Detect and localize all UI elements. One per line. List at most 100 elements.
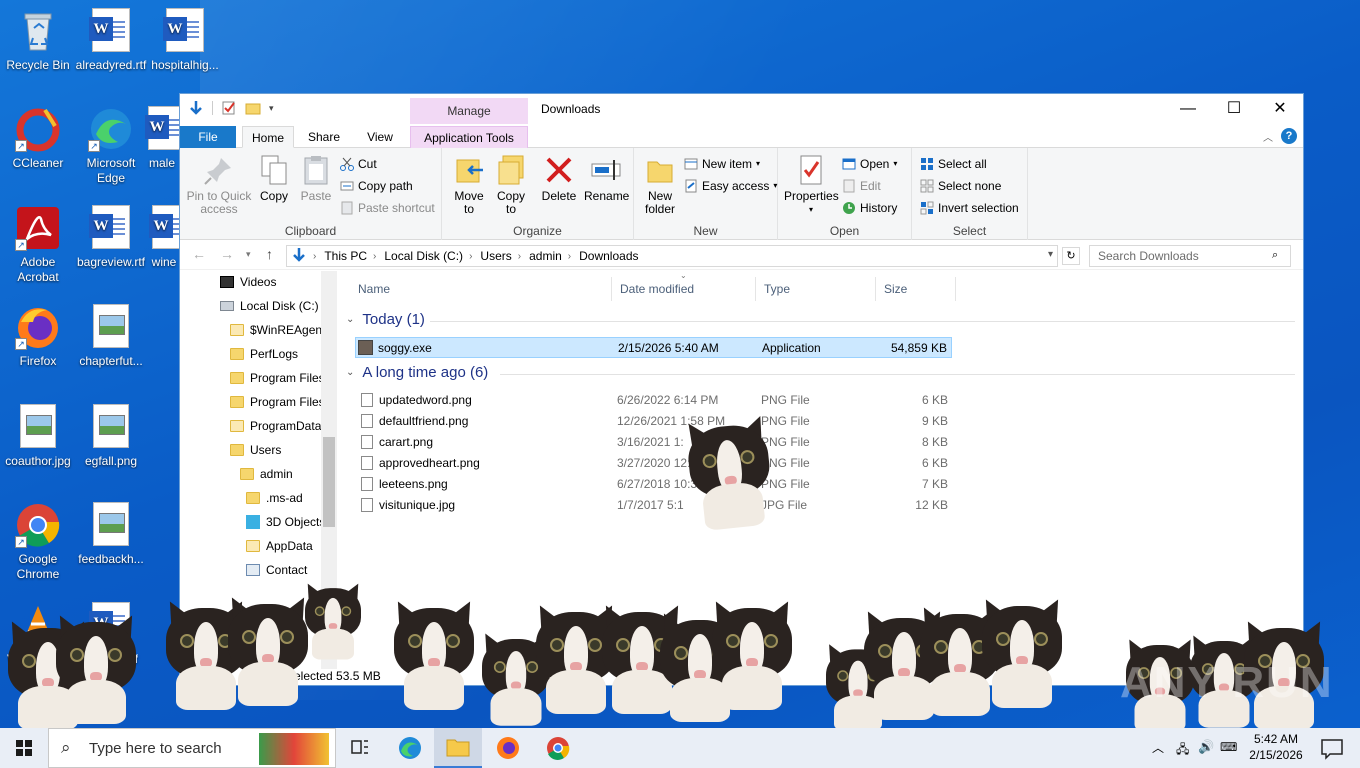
tab-home[interactable]: Home: [242, 126, 294, 148]
refresh-icon[interactable]: ↻: [1062, 247, 1080, 265]
back-arrow-icon[interactable]: ←: [192, 246, 206, 262]
scrollbar-thumb[interactable]: [323, 437, 335, 527]
desktop-icon-alreadyred[interactable]: W alreadyred.rtf: [74, 8, 148, 73]
desktop-icon-firefox[interactable]: ↗ Firefox: [1, 304, 75, 369]
close-button[interactable]: ✕: [1257, 94, 1303, 124]
recent-locations-icon[interactable]: ▾: [246, 249, 251, 260]
rename-button[interactable]: Rename: [584, 154, 629, 203]
column-header-date-modified[interactable]: Date modified: [612, 277, 756, 301]
paste-shortcut-button[interactable]: Paste shortcut: [340, 198, 435, 218]
desktop-icon-ccleaner[interactable]: ↗ CCleaner: [1, 106, 75, 171]
search-input[interactable]: Search Downloads: [1089, 245, 1291, 267]
select-none-button[interactable]: Select none: [920, 176, 1001, 196]
desktop-icon-male[interactable]: W male: [144, 106, 180, 171]
tab-share[interactable]: Share: [298, 126, 350, 148]
help-icon[interactable]: ?: [1281, 128, 1297, 144]
maximize-button[interactable]: ☐: [1211, 94, 1257, 124]
desktop-icon-wine[interactable]: W wine: [148, 205, 180, 270]
minimize-button[interactable]: —: [1165, 94, 1211, 124]
manage-contextual-tab[interactable]: Manage: [410, 98, 528, 124]
collapse-ribbon-icon[interactable]: ︿: [1263, 129, 1273, 144]
notifications-button[interactable]: [1312, 728, 1352, 768]
taskbar-search-input[interactable]: ⌕ Type here to search: [48, 728, 336, 768]
copy-button[interactable]: Copy: [256, 154, 292, 203]
input-keyboard-icon[interactable]: ⌨: [1220, 740, 1237, 754]
desktop-icon-edge[interactable]: ↗ Microsoft Edge: [74, 106, 148, 186]
nav-item-local-disk[interactable]: Local Disk (C:): [220, 295, 319, 317]
breadcrumb-admin[interactable]: admin: [529, 249, 562, 263]
tab-application-tools[interactable]: Application Tools: [410, 126, 528, 148]
easy-access-button[interactable]: Easy access ▾: [684, 176, 777, 196]
task-view-button[interactable]: [336, 728, 384, 768]
nav-item-winreagent[interactable]: $WinREAgent: [230, 319, 325, 341]
properties-check-icon[interactable]: [221, 100, 237, 116]
copy-to-button[interactable]: Copy to: [492, 154, 530, 216]
column-header-size[interactable]: Size: [876, 277, 956, 301]
volume-icon[interactable]: 🔊: [1198, 739, 1214, 755]
clock[interactable]: 5:42 AM 2/15/2026: [1246, 728, 1306, 768]
network-icon[interactable]: 🖧: [1176, 740, 1189, 761]
desktop-icon-chapterfut[interactable]: chapterfut...: [74, 304, 148, 369]
file-row[interactable]: visitunique.jpg 1/7/2017 5:1 JPG File 12…: [355, 495, 952, 516]
breadcrumb-downloads[interactable]: Downloads: [579, 249, 638, 263]
nav-item-program-files-x86[interactable]: Program Files: [230, 391, 325, 413]
history-button[interactable]: History: [842, 198, 897, 218]
breadcrumb-users[interactable]: Users: [480, 249, 511, 263]
group-header-today[interactable]: ⌄ Today (1): [346, 311, 425, 328]
desktop-icon-hospitalhig[interactable]: W hospitalhig...: [148, 8, 222, 73]
breadcrumb-this-pc[interactable]: This PC: [324, 249, 367, 263]
tab-view[interactable]: View: [354, 126, 406, 148]
nav-item-contacts[interactable]: Contact: [246, 559, 307, 581]
tab-file[interactable]: File: [180, 126, 236, 148]
start-button[interactable]: [0, 728, 48, 768]
nav-item-perflogs[interactable]: PerfLogs: [230, 343, 298, 365]
file-row[interactable]: defaultfriend.png 12/26/2021 1:58 PM PNG…: [355, 411, 952, 432]
down-arrow-icon[interactable]: [188, 100, 204, 116]
open-button[interactable]: Open ▾: [842, 154, 897, 174]
select-all-button[interactable]: Select all: [920, 154, 987, 174]
nav-item-appdata[interactable]: AppData: [246, 535, 313, 557]
column-header-name[interactable]: Name: [350, 277, 612, 301]
nav-item-videos[interactable]: Videos: [220, 271, 276, 293]
breadcrumb-local-disk[interactable]: Local Disk (C:): [384, 249, 463, 263]
desktop-icon-chrome[interactable]: ↗ Google Chrome: [1, 502, 75, 582]
taskbar-edge[interactable]: [386, 728, 434, 768]
address-bar[interactable]: › This PC › Local Disk (C:) › Users › admin…: [286, 245, 1058, 267]
nav-item-3d-objects[interactable]: 3D Objects: [246, 511, 325, 533]
file-row[interactable]: carart.png 3/16/2021 1: PNG File 8 KB: [355, 432, 952, 453]
desktop-icon-egfall[interactable]: egfall.png: [74, 404, 148, 469]
group-header-long-ago[interactable]: ⌄ A long time ago (6): [346, 364, 488, 381]
taskbar-file-explorer[interactable]: [434, 728, 482, 768]
cut-button[interactable]: Cut: [340, 154, 377, 174]
desktop-icon-recycle-bin[interactable]: Recycle Bin: [1, 8, 75, 73]
move-to-button[interactable]: Move to: [450, 154, 488, 216]
file-row-soggy-exe[interactable]: soggy.exe 2/15/2026 5:40 AM Application …: [355, 337, 952, 358]
file-row[interactable]: approvedheart.png 3/27/2020 12:1 PNG Fil…: [355, 453, 952, 474]
nav-item-programdata[interactable]: ProgramData: [230, 415, 321, 437]
copy-path-button[interactable]: Copy path: [340, 176, 413, 196]
column-header-type[interactable]: Type: [756, 277, 876, 301]
desktop-icon-bagreview[interactable]: W bagreview.rtf: [74, 205, 148, 270]
new-folder-icon[interactable]: [245, 100, 261, 116]
forward-arrow-icon[interactable]: →: [220, 246, 234, 262]
desktop-icon-coauthor[interactable]: coauthor.jpg: [1, 404, 75, 469]
paste-button[interactable]: Paste: [298, 154, 334, 203]
customize-qat-icon[interactable]: ▾: [269, 100, 279, 116]
delete-button[interactable]: Delete: [540, 154, 578, 203]
nav-item-program-files[interactable]: Program Files: [230, 367, 325, 389]
nav-item-ms-ad[interactable]: .ms-ad: [246, 487, 303, 509]
taskbar-firefox[interactable]: [484, 728, 532, 768]
edit-button[interactable]: Edit: [842, 176, 881, 196]
nav-item-users[interactable]: Users: [230, 439, 281, 461]
properties-button[interactable]: Properties ▾: [784, 154, 839, 216]
taskbar-chrome[interactable]: [534, 728, 582, 768]
address-dropdown-icon[interactable]: ▾: [1048, 249, 1053, 260]
show-hidden-icons-chevron-icon[interactable]: ︿: [1152, 739, 1164, 756]
nav-item-admin[interactable]: admin: [240, 463, 293, 485]
invert-selection-button[interactable]: Invert selection: [920, 198, 1019, 218]
pin-to-quick-access-button[interactable]: Pin to Quick access: [186, 154, 252, 216]
file-row[interactable]: updatedword.png 6/26/2022 6:14 PM PNG Fi…: [355, 390, 952, 411]
desktop-icon-feedbackh[interactable]: feedbackh...: [74, 502, 148, 567]
new-folder-button[interactable]: New folder: [640, 154, 680, 216]
file-row[interactable]: leeteens.png 6/27/2018 10:3 PNG File 7 K…: [355, 474, 952, 495]
